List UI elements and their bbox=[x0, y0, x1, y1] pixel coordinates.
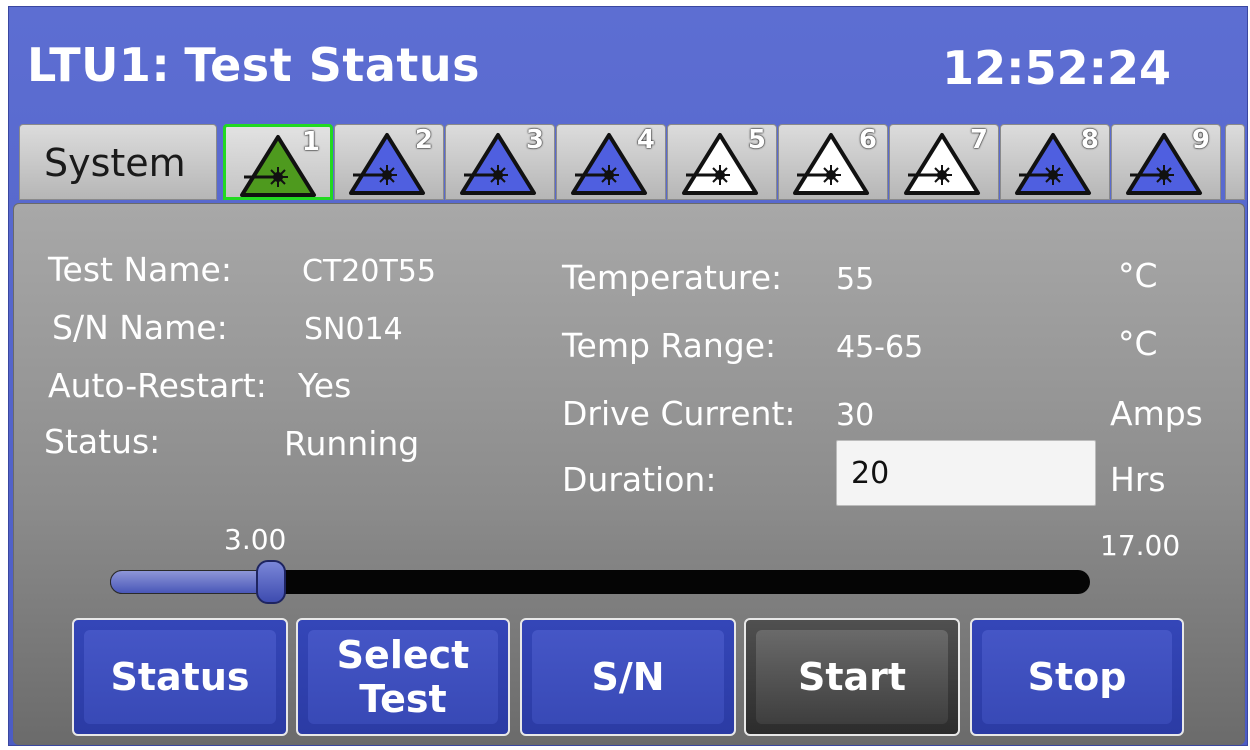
temperature-value: 55 bbox=[836, 262, 875, 297]
status-value: Running bbox=[284, 424, 420, 463]
temp-range-value: 45-65 bbox=[836, 330, 924, 365]
select-test-button[interactable]: Select Test bbox=[296, 618, 510, 736]
tab-system[interactable]: System bbox=[19, 124, 217, 200]
ltu-window: LTU1: Test Status 12:52:24 System 1234567… bbox=[8, 6, 1248, 746]
status-panel: Test Name: CT20T55 S/N Name: SN014 Auto-… bbox=[13, 203, 1245, 745]
tab-laser-number: 8 bbox=[1080, 125, 1099, 155]
tab-laser-2[interactable]: 2 bbox=[334, 124, 444, 200]
status-button-label: Status bbox=[84, 630, 276, 724]
tab-laser-3[interactable]: 3 bbox=[445, 124, 555, 200]
status-label: Status: bbox=[44, 422, 161, 461]
tab-laser-7[interactable]: 7 bbox=[889, 124, 999, 200]
temperature-unit: °C bbox=[1118, 256, 1158, 295]
temp-range-label: Temp Range: bbox=[562, 326, 777, 365]
tab-laser-9[interactable]: 9 bbox=[1111, 124, 1221, 200]
tab-laser-1[interactable]: 1 bbox=[223, 124, 333, 200]
select-test-line2: Test bbox=[359, 677, 447, 721]
tab-bar-end bbox=[1225, 124, 1245, 200]
progress-slider-thumb[interactable] bbox=[256, 560, 286, 604]
sn-name-value: SN014 bbox=[304, 312, 403, 347]
duration-unit: Hrs bbox=[1110, 460, 1166, 499]
drive-current-unit: Amps bbox=[1110, 394, 1203, 433]
select-test-button-label: Select Test bbox=[308, 630, 498, 724]
auto-restart-label: Auto-Restart: bbox=[48, 366, 267, 405]
duration-label: Duration: bbox=[562, 460, 717, 499]
duration-field[interactable]: 20 bbox=[836, 440, 1096, 506]
stop-button[interactable]: Stop bbox=[970, 618, 1184, 736]
tab-laser-4[interactable]: 4 bbox=[556, 124, 666, 200]
start-button-label: Start bbox=[756, 630, 948, 724]
drive-current-label: Drive Current: bbox=[562, 394, 796, 433]
progress-slider[interactable] bbox=[110, 560, 1090, 604]
tab-system-label: System bbox=[44, 141, 186, 185]
progress-fill bbox=[110, 570, 271, 594]
stop-button-label: Stop bbox=[982, 630, 1172, 724]
status-button[interactable]: Status bbox=[72, 618, 288, 736]
test-name-value: CT20T55 bbox=[302, 254, 436, 289]
sn-button[interactable]: S/N bbox=[520, 618, 736, 736]
sn-button-label: S/N bbox=[532, 630, 724, 724]
tab-laser-number: 6 bbox=[858, 125, 877, 155]
tab-laser-number: 1 bbox=[301, 127, 320, 157]
tab-laser-number: 2 bbox=[414, 125, 433, 155]
tab-laser-number: 5 bbox=[747, 125, 766, 155]
clock: 12:52:24 bbox=[942, 41, 1171, 95]
sn-name-label: S/N Name: bbox=[52, 308, 228, 347]
test-name-label: Test Name: bbox=[48, 250, 232, 289]
remaining-time-label: 17.00 bbox=[1100, 529, 1181, 562]
elapsed-time-label: 3.00 bbox=[224, 523, 287, 556]
drive-current-value: 30 bbox=[836, 398, 875, 433]
screen-title: Test Status bbox=[184, 38, 480, 92]
tab-laser-number: 4 bbox=[636, 125, 655, 155]
temp-range-unit: °C bbox=[1118, 324, 1158, 363]
unit-label: LTU1: bbox=[27, 38, 171, 92]
temperature-label: Temperature: bbox=[562, 258, 783, 297]
laser-tab-bar: System 1 2 3 4 5 6 7 8 9 bbox=[13, 122, 1245, 206]
select-test-line1: Select bbox=[336, 633, 470, 677]
start-button[interactable]: Start bbox=[744, 618, 960, 736]
tab-laser-number: 3 bbox=[525, 125, 544, 155]
page-title: LTU1: Test Status bbox=[27, 35, 480, 95]
auto-restart-value: Yes bbox=[298, 366, 352, 405]
tab-laser-number: 7 bbox=[969, 125, 988, 155]
duration-value: 20 bbox=[851, 456, 890, 491]
tab-laser-6[interactable]: 6 bbox=[778, 124, 888, 200]
tab-laser-8[interactable]: 8 bbox=[1000, 124, 1110, 200]
tab-laser-5[interactable]: 5 bbox=[667, 124, 777, 200]
tab-laser-number: 9 bbox=[1191, 125, 1210, 155]
